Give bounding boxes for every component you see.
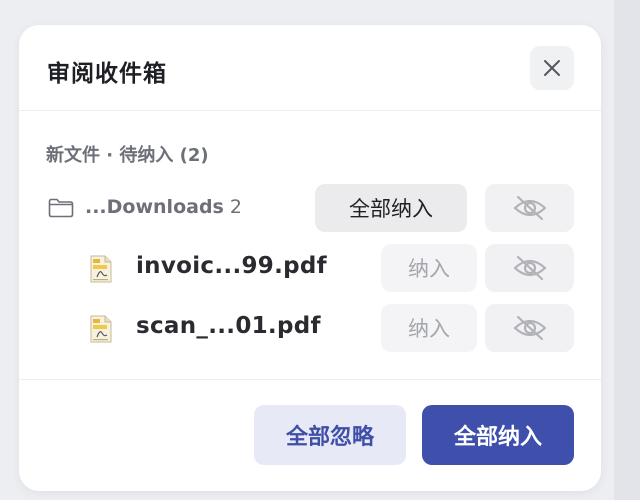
folder-accept-all-button[interactable]: 全部纳入 <box>315 184 467 232</box>
folder-name-text: ...Downloads <box>85 196 224 218</box>
dialog-header: 审阅收件箱 <box>19 25 601 111</box>
file-ignore-button[interactable] <box>485 304 574 352</box>
background-panel-edge <box>614 0 640 500</box>
review-inbox-dialog: 审阅收件箱 新文件 · 待纳入 (2) ...Downloads2 全部纳入 <box>19 25 601 491</box>
dialog-title: 审阅收件箱 <box>47 61 167 87</box>
file-ignore-button[interactable] <box>485 244 574 292</box>
folder-name: ...Downloads 2 <box>85 196 242 218</box>
file-row: scan_...01.pdf 纳入 <box>19 304 601 352</box>
file-name: scan_...01.pdf <box>136 313 321 339</box>
folder-icon <box>48 198 74 218</box>
dialog-footer: 全部忽略 全部纳入 <box>19 379 601 491</box>
close-icon <box>544 60 560 76</box>
eye-slash-icon <box>513 315 546 341</box>
file-name: invoic...99.pdf <box>136 253 327 279</box>
accept-all-button[interactable]: 全部纳入 <box>422 405 574 465</box>
folder-row: ...Downloads 2 全部纳入 <box>19 184 601 232</box>
file-accept-button[interactable]: 纳入 <box>381 304 477 352</box>
eye-slash-icon <box>513 195 546 221</box>
folder-ignore-button[interactable] <box>485 184 574 232</box>
pdf-file-icon <box>90 255 112 283</box>
folder-file-count: 2 <box>229 196 242 218</box>
section-label: 新文件 · 待纳入 (2) <box>46 145 209 166</box>
pdf-file-icon <box>90 315 112 343</box>
close-button[interactable] <box>530 46 574 90</box>
file-accept-button[interactable]: 纳入 <box>381 244 477 292</box>
file-row: invoic...99.pdf 纳入 <box>19 244 601 292</box>
ignore-all-button[interactable]: 全部忽略 <box>254 405 406 465</box>
eye-slash-icon <box>513 255 546 281</box>
